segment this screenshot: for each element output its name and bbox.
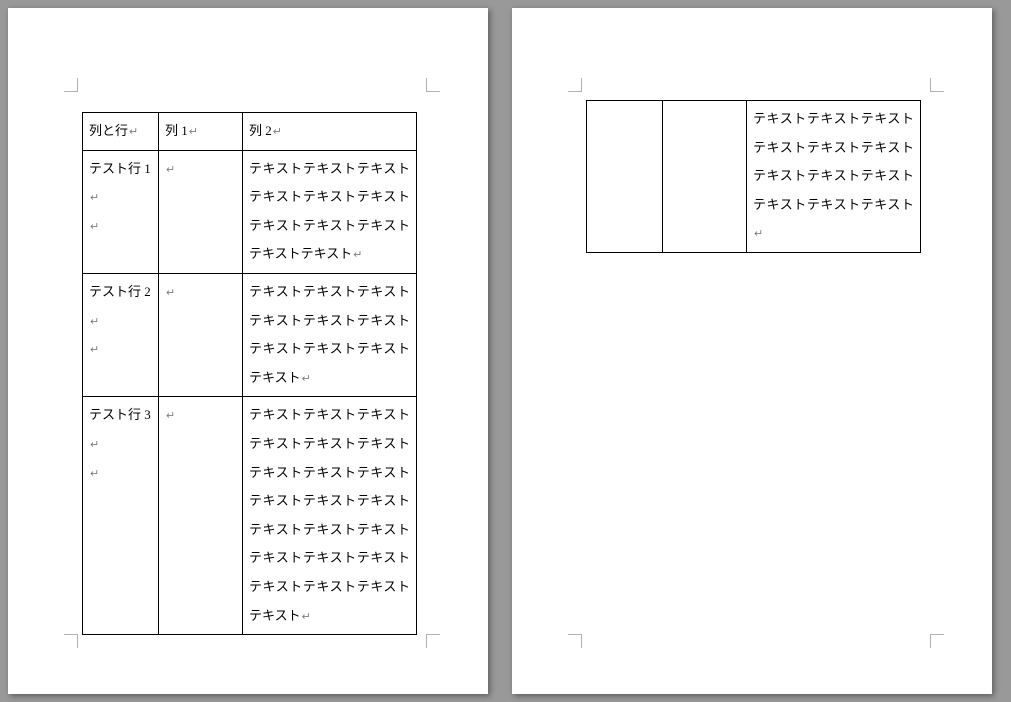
document-table-1[interactable]: 列と行↵ 列 1↵ 列 2↵ テスト行 1↵ ↵ ↵ テキストテキストテキストテ… xyxy=(82,112,417,635)
row-label: テスト行 2 xyxy=(89,284,151,299)
paragraph-mark-icon: ↵ xyxy=(754,228,763,240)
paragraph-mark-icon: ↵ xyxy=(166,410,175,422)
table-row[interactable]: テスト行 2 ↵ ↵ ↵ テキストテキストテキストテキストテキストテキストテキスト… xyxy=(83,273,417,396)
row1-cell-col2[interactable]: テキストテキストテキストテキストテキストテキストテキストテキストテキストテキスト… xyxy=(243,273,417,396)
paragraph-mark-icon: ↵ xyxy=(302,373,311,385)
paragraph-mark-icon: ↵ xyxy=(189,126,198,138)
paragraph-mark-icon: ↵ xyxy=(90,344,99,356)
paragraph-mark-icon: ↵ xyxy=(90,468,99,480)
header-text-2: 列 2 xyxy=(249,123,272,138)
table-header-row[interactable]: 列と行↵ 列 1↵ 列 2↵ xyxy=(83,113,417,151)
margin-corner-br xyxy=(426,634,440,648)
margin-corner-bl xyxy=(568,634,582,648)
paragraph-mark-icon: ↵ xyxy=(166,287,175,299)
paragraph-mark-icon: ↵ xyxy=(90,316,99,328)
margin-corner-bl xyxy=(64,634,78,648)
row2-cell-col1[interactable]: ↵ xyxy=(159,397,243,635)
document-page-2: テキストテキストテキストテキストテキストテキストテキストテキストテキストテキスト… xyxy=(512,8,992,694)
row1-cell-label[interactable]: テスト行 2 ↵ ↵ xyxy=(83,273,159,396)
p2-row0-cell-2[interactable]: テキストテキストテキストテキストテキストテキストテキストテキストテキストテキスト… xyxy=(747,101,921,253)
margin-corner-tr xyxy=(930,78,944,92)
row2-cell-label[interactable]: テスト行 3 ↵ ↵ xyxy=(83,397,159,635)
cell-text: テキストテキストテキストテキストテキストテキストテキストテキストテキストテキスト… xyxy=(753,111,914,212)
paragraph-mark-icon: ↵ xyxy=(273,126,282,138)
paragraph-mark-icon: ↵ xyxy=(90,221,99,233)
row0-cell-label[interactable]: テスト行 1 ↵ ↵ xyxy=(83,150,159,273)
document-page-1: 列と行↵ 列 1↵ 列 2↵ テスト行 1↵ ↵ ↵ テキストテキストテキストテ… xyxy=(8,8,488,694)
table-row[interactable]: テスト行 1 ↵ ↵ ↵ テキストテキストテキストテキストテキストテキストテキスト… xyxy=(83,150,417,273)
header-text-0: 列と行 xyxy=(89,123,128,138)
table-row[interactable]: テキストテキストテキストテキストテキストテキストテキストテキストテキストテキスト… xyxy=(587,101,921,253)
margin-corner-tr xyxy=(426,78,440,92)
paragraph-mark-icon: ↵ xyxy=(90,192,99,204)
margin-corner-tl xyxy=(568,78,582,92)
header-cell-0[interactable]: 列と行↵ xyxy=(83,113,159,151)
cell-text: テキストテキストテキストテキストテキストテキストテキストテキストテキストテキスト xyxy=(249,284,410,385)
p2-row0-cell-1[interactable] xyxy=(663,101,747,253)
cell-text: テキストテキストテキストテキストテキストテキストテキストテキストテキストテキスト… xyxy=(249,407,410,622)
table-row[interactable]: テスト行 3 ↵ ↵ ↵ テキストテキストテキストテキストテキストテキストテキスト… xyxy=(83,397,417,635)
paragraph-mark-icon: ↵ xyxy=(353,249,362,261)
header-cell-1[interactable]: 列 1↵ xyxy=(159,113,243,151)
row2-cell-col2[interactable]: テキストテキストテキストテキストテキストテキストテキストテキストテキストテキスト… xyxy=(243,397,417,635)
margin-corner-tl xyxy=(64,78,78,92)
paragraph-mark-icon: ↵ xyxy=(166,164,175,176)
paragraph-mark-icon: ↵ xyxy=(129,126,138,138)
row-label: テスト行 1 xyxy=(89,161,151,176)
paragraph-mark-icon: ↵ xyxy=(302,611,311,623)
row1-cell-col1[interactable]: ↵ xyxy=(159,273,243,396)
row0-cell-col2[interactable]: テキストテキストテキストテキストテキストテキストテキストテキストテキストテキスト… xyxy=(243,150,417,273)
row0-cell-col1[interactable]: ↵ xyxy=(159,150,243,273)
cell-text: テキストテキストテキストテキストテキストテキストテキストテキストテキストテキスト… xyxy=(249,161,410,262)
document-table-2[interactable]: テキストテキストテキストテキストテキストテキストテキストテキストテキストテキスト… xyxy=(586,100,921,253)
paragraph-mark-icon: ↵ xyxy=(90,439,99,451)
p2-row0-cell-0[interactable] xyxy=(587,101,663,253)
margin-corner-br xyxy=(930,634,944,648)
header-text-1: 列 1 xyxy=(165,123,188,138)
header-cell-2[interactable]: 列 2↵ xyxy=(243,113,417,151)
row-label: テスト行 3 xyxy=(89,407,151,422)
